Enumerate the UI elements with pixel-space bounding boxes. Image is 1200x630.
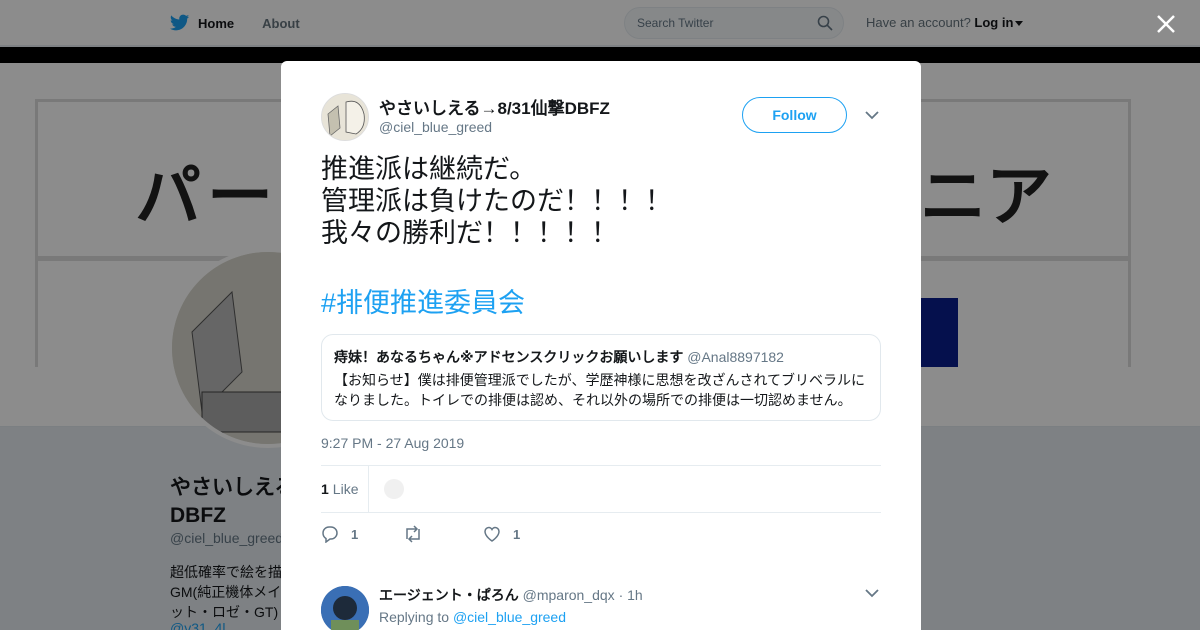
tweet-actions: 1 1 (321, 525, 621, 545)
follow-button[interactable]: Follow (742, 97, 847, 133)
like-count-stat[interactable]: 1 Like (321, 481, 358, 497)
tweet-text: 推進派は継続だ。 管理派は負けたのだ！！！！ 我々の勝利だ！！！！！ (321, 153, 891, 249)
replying-prefix: Replying to (379, 609, 450, 625)
author-avatar[interactable] (321, 93, 369, 141)
like-action-count: 1 (513, 526, 521, 542)
like-action[interactable]: 1 (483, 525, 520, 543)
liker-avatar[interactable] (384, 479, 404, 499)
reply-author-handle[interactable]: @mparon_dqx (523, 587, 615, 603)
quoted-tweet[interactable]: 痔妹！あなるちゃん※アドセンスクリックお願いします @Anal8897182 【… (321, 334, 881, 421)
chevron-down-icon[interactable] (865, 109, 879, 121)
like-count-value: 1 (321, 481, 329, 497)
like-count-label: Like (332, 481, 359, 497)
reply-icon (322, 526, 338, 543)
reply-author-name[interactable]: エージェント・ぱろん (379, 587, 519, 603)
close-icon[interactable] (1155, 13, 1177, 35)
quote-header: 痔妹！あなるちゃん※アドセンスクリックお願いします @Anal8897182 (334, 347, 868, 367)
tweet-text-line: 推進派は継続だ。 (321, 154, 537, 184)
tweet-timestamp[interactable]: 9:27 PM - 27 Aug 2019 (321, 435, 464, 451)
author-name[interactable]: やさいしえる→8/31仙撃DBFZ (379, 94, 610, 119)
quote-text: 【お知らせ】僕は排便管理派でしたが、学歴神様に思想を改ざんされてブリベラルになり… (334, 372, 866, 408)
replying-to: Replying to @ciel_blue_greed (379, 609, 566, 625)
tweet-text-line: 管理派は負けたのだ！！！！ (321, 186, 672, 216)
avatar-sketch-icon (322, 94, 368, 140)
quote-author-name: 痔妹！あなるちゃん※アドセンスクリックお願いします (334, 349, 684, 365)
quote-author-handle: @Anal8897182 (687, 349, 784, 365)
reply-age[interactable]: · 1h (619, 587, 643, 603)
replying-to-link[interactable]: @ciel_blue_greed (453, 609, 566, 625)
reply-author-avatar[interactable] (321, 586, 369, 630)
hashtag-link[interactable]: #排便推進委員会 (321, 281, 525, 320)
author-handle[interactable]: @ciel_blue_greed (379, 119, 492, 135)
retweet-icon (406, 525, 420, 543)
avatar-photo-icon (321, 586, 369, 630)
reply-count: 1 (351, 526, 359, 542)
tweet-modal: やさいしえる→8/31仙撃DBFZ @ciel_blue_greed Follo… (281, 61, 921, 630)
heart-icon (484, 526, 500, 542)
reply-header: エージェント・ぱろん @mparon_dqx · 1h (379, 585, 643, 605)
chevron-down-icon[interactable] (865, 587, 879, 599)
reply-action[interactable]: 1 (321, 525, 358, 543)
stats-divider (368, 466, 369, 512)
tweet-stats: 1 Like (321, 465, 881, 513)
retweet-action[interactable] (403, 525, 435, 543)
tweet-text-line: 我々の勝利だ！！！！！ (321, 218, 618, 248)
